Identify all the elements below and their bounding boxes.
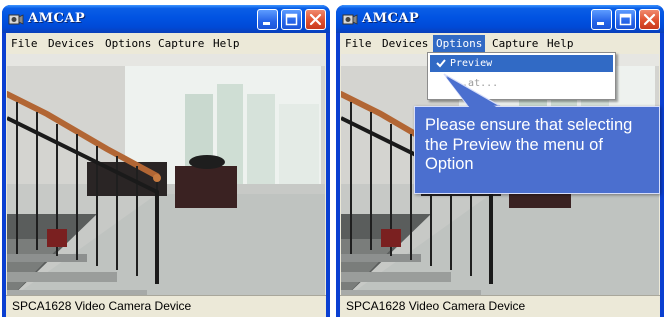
menu-devices[interactable]: Devices: [45, 36, 97, 52]
menu-file[interactable]: File: [8, 36, 41, 52]
window-title: AMCAP: [28, 11, 86, 26]
menu-capture[interactable]: Capture: [155, 36, 207, 52]
menu-options-active[interactable]: Options: [433, 35, 486, 53]
menu-item-disabled: ...at...: [430, 75, 613, 92]
menu-bar: File Devices Options Capture Help: [340, 33, 660, 54]
minimize-button[interactable]: [257, 9, 278, 30]
menu-bar: File Devices Options Capture Help: [6, 33, 326, 54]
title-bar[interactable]: AMCAP: [2, 5, 330, 33]
menu-item-label: Preview: [450, 58, 493, 69]
close-button[interactable]: [305, 9, 326, 30]
status-bar: SPCA1628 Video Camera Device: [340, 295, 660, 317]
menu-devices[interactable]: Devices: [379, 36, 431, 52]
minimize-icon: [597, 22, 604, 25]
menu-item-label: ...at...: [450, 78, 499, 89]
maximize-button[interactable]: [281, 9, 302, 30]
maximize-button[interactable]: [615, 9, 636, 30]
title-bar[interactable]: AMCAP: [336, 5, 664, 33]
menu-item-preview[interactable]: Preview: [430, 55, 613, 72]
status-device-name: SPCA1628 Video Camera Device: [346, 299, 526, 313]
amcap-window-left: AMCAP File Devices Options Capture Help: [2, 5, 330, 317]
maximize-icon: [285, 13, 298, 26]
minimize-button[interactable]: [591, 9, 612, 30]
menu-file[interactable]: File: [342, 36, 375, 52]
menu-help[interactable]: Help: [210, 36, 243, 52]
menu-options[interactable]: Options: [102, 36, 154, 52]
options-dropdown-menu: Preview ...at...: [427, 52, 616, 100]
menu-capture[interactable]: Capture: [489, 36, 541, 52]
camera-app-icon: [8, 14, 24, 25]
status-device-name: SPCA1628 Video Camera Device: [12, 299, 192, 313]
window-title: AMCAP: [362, 11, 420, 26]
close-button[interactable]: [639, 9, 660, 30]
checkmark-icon: [436, 59, 446, 68]
window-client-area: File Devices Options Capture Help SPCA16…: [6, 33, 326, 317]
close-icon: [643, 13, 656, 26]
instruction-callout: Please ensure that selecting the Preview…: [414, 106, 660, 194]
minimize-icon: [263, 22, 270, 25]
callout-text: Please ensure that selecting the Preview…: [425, 116, 633, 173]
close-icon: [309, 13, 322, 26]
camera-app-icon: [342, 14, 358, 25]
maximize-icon: [619, 13, 632, 26]
room-video-frame: [7, 54, 325, 295]
menu-help[interactable]: Help: [544, 36, 577, 52]
video-preview: [7, 54, 325, 295]
status-bar: SPCA1628 Video Camera Device: [6, 295, 326, 317]
